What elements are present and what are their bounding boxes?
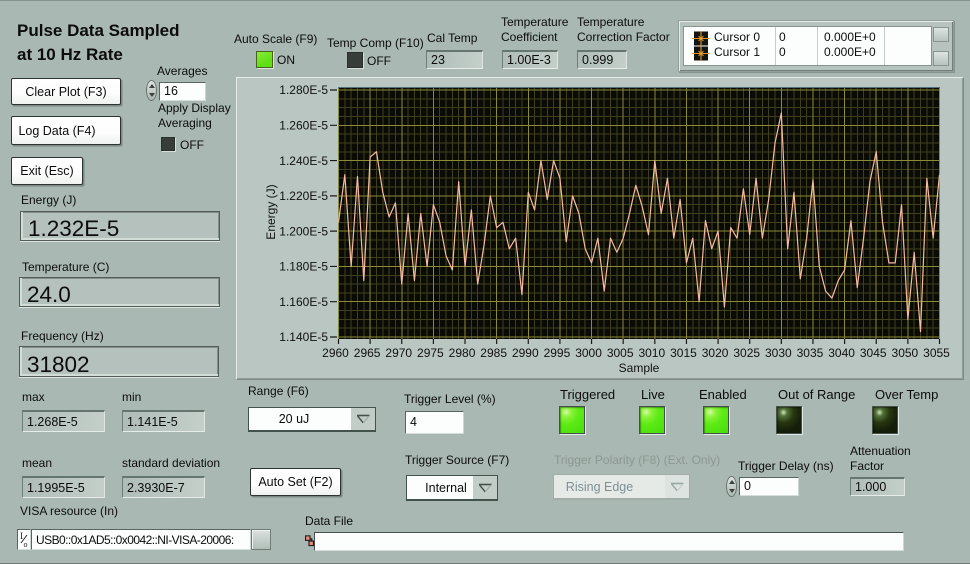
svg-text:2975: 2975 — [417, 346, 444, 360]
svg-text:3015: 3015 — [670, 346, 697, 360]
svg-text:1.180E-5: 1.180E-5 — [279, 260, 328, 274]
svg-text:2985: 2985 — [480, 346, 507, 360]
svg-text:1.240E-5: 1.240E-5 — [279, 154, 328, 168]
svg-text:2980: 2980 — [449, 346, 476, 360]
svg-text:3050: 3050 — [892, 346, 919, 360]
svg-text:Energy (J): Energy (J) — [264, 184, 278, 239]
svg-text:3005: 3005 — [607, 346, 634, 360]
svg-text:3010: 3010 — [638, 346, 665, 360]
svg-text:3035: 3035 — [797, 346, 824, 360]
svg-text:2970: 2970 — [385, 346, 412, 360]
svg-text:2960: 2960 — [322, 346, 349, 360]
svg-text:2995: 2995 — [544, 346, 571, 360]
svg-text:3045: 3045 — [860, 346, 887, 360]
svg-text:3030: 3030 — [765, 346, 792, 360]
svg-text:1.160E-5: 1.160E-5 — [279, 295, 328, 309]
svg-text:2990: 2990 — [512, 346, 539, 360]
svg-text:2965: 2965 — [354, 346, 381, 360]
svg-text:1.200E-5: 1.200E-5 — [279, 224, 328, 238]
svg-text:o: o — [24, 540, 28, 549]
svg-text:Sample: Sample — [619, 361, 660, 375]
svg-text:3025: 3025 — [733, 346, 760, 360]
svg-text:3040: 3040 — [828, 346, 855, 360]
svg-text:1.140E-5: 1.140E-5 — [279, 330, 328, 344]
svg-text:1.260E-5: 1.260E-5 — [279, 118, 328, 132]
svg-text:3000: 3000 — [575, 346, 602, 360]
svg-text:1.220E-5: 1.220E-5 — [279, 189, 328, 203]
svg-text:1.280E-5: 1.280E-5 — [279, 83, 328, 97]
svg-text:3020: 3020 — [702, 346, 729, 360]
svg-text:3055: 3055 — [923, 346, 950, 360]
